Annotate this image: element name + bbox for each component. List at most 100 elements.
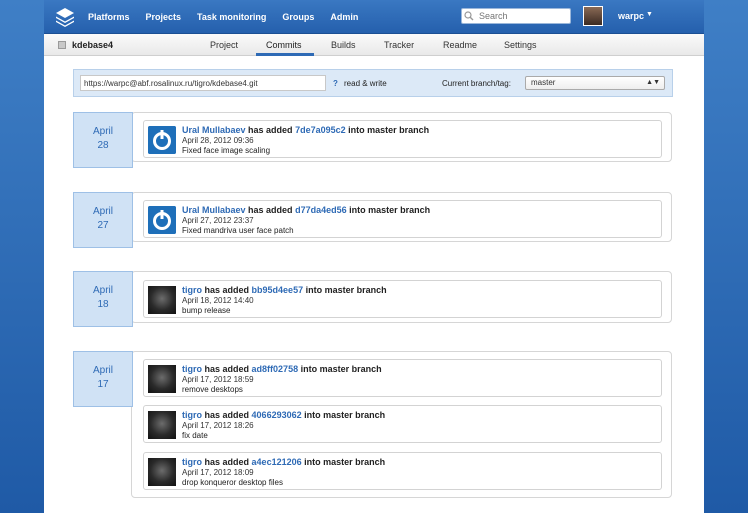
commit-day-group: Ural Mullabaev has added d77da4ed56 into…: [73, 192, 673, 250]
user-avatar[interactable]: [583, 6, 603, 26]
commit-entry: tigro has added a4ec121206 into master b…: [143, 452, 662, 490]
author-avatar[interactable]: [148, 411, 176, 439]
commit-summary: Ural Mullabaev has added 7de7a095c2 into…: [182, 125, 429, 135]
commit-hash-link[interactable]: bb95d4ee57: [252, 285, 304, 295]
commit-hash-link[interactable]: 4066293062: [252, 410, 302, 420]
date-day: 27: [97, 220, 109, 231]
commit-entry: tigro has added bb95d4ee57 into master b…: [143, 280, 662, 318]
commit-hash-link[interactable]: a4ec121206: [252, 457, 302, 467]
select-arrows-icon: ▲▼: [646, 79, 660, 86]
commit-message: Fixed face image scaling: [182, 146, 271, 155]
date-badge: April 28: [73, 112, 133, 168]
tab-settings[interactable]: Settings: [504, 40, 537, 50]
day-commits-card: tigro has added bb95d4ee57 into master b…: [131, 271, 672, 323]
tab-tracker[interactable]: Tracker: [384, 40, 414, 50]
active-tab-indicator: [256, 53, 314, 56]
search-icon: [464, 11, 474, 21]
commit-message: Fixed mandriva user face patch: [182, 226, 294, 235]
commit-date: April 28, 2012 09:36: [182, 136, 254, 145]
date-badge: April 17: [73, 351, 133, 407]
tab-commits[interactable]: Commits: [266, 40, 302, 50]
commit-date: April 27, 2012 23:37: [182, 216, 254, 225]
author-avatar[interactable]: [148, 206, 176, 234]
date-day: 28: [97, 140, 109, 151]
commit-action-text: has added: [204, 410, 250, 420]
author-avatar[interactable]: [148, 458, 176, 486]
nav-item-platforms[interactable]: Platforms: [88, 12, 130, 22]
commit-author-link[interactable]: Ural Mullabaev: [182, 205, 246, 215]
commit-branch-text: into master branch: [304, 457, 386, 467]
commit-action-text: has added: [248, 125, 293, 135]
author-avatar[interactable]: [148, 365, 176, 393]
commit-branch-text: into master branch: [305, 285, 387, 295]
commit-day-group: tigro has added bb95d4ee57 into master b…: [73, 271, 673, 329]
commit-branch-text: into master branch: [348, 125, 430, 135]
help-icon[interactable]: ?: [333, 79, 338, 88]
repo-url-field[interactable]: [80, 75, 326, 91]
branch-select-value: master: [531, 78, 556, 87]
commit-message: drop konqueror desktop files: [182, 478, 283, 487]
day-commits-card: Ural Mullabaev has added d77da4ed56 into…: [131, 192, 672, 242]
date-badge: April 18: [73, 271, 133, 327]
main-nav: Platforms Projects Task monitoring Group…: [88, 0, 374, 34]
date-day: 17: [97, 379, 109, 390]
commit-summary: tigro has added 4066293062 into master b…: [182, 410, 385, 420]
commit-entry: tigro has added ad8ff02758 into master b…: [143, 359, 662, 397]
chevron-down-icon[interactable]: ▼: [646, 11, 653, 18]
commit-message: remove desktops: [182, 385, 243, 394]
branch-label: Current branch/tag:: [442, 79, 511, 88]
commit-entry: tigro has added 4066293062 into master b…: [143, 405, 662, 443]
project-icon: [58, 41, 66, 49]
tab-readme[interactable]: Readme: [443, 40, 477, 50]
date-month: April: [92, 285, 113, 296]
nav-item-groups[interactable]: Groups: [282, 12, 314, 22]
commit-date: April 17, 2012 18:09: [182, 468, 254, 477]
commit-action-text: has added: [204, 457, 250, 467]
commit-day-group: tigro has added ad8ff02758 into master b…: [73, 351, 673, 501]
tab-project[interactable]: Project: [210, 40, 238, 50]
commit-hash-link[interactable]: 7de7a095c2: [295, 125, 346, 135]
branch-select[interactable]: master ▲▼: [525, 76, 665, 90]
top-navbar: Platforms Projects Task monitoring Group…: [44, 0, 704, 34]
nav-item-projects[interactable]: Projects: [146, 12, 182, 22]
commit-author-link[interactable]: tigro: [182, 364, 202, 374]
commit-message: fix date: [182, 431, 208, 440]
user-menu-name[interactable]: warpc: [618, 11, 644, 21]
date-month: April: [92, 365, 113, 376]
commit-branch-text: into master branch: [349, 205, 431, 215]
commit-date: April 17, 2012 18:26: [182, 421, 254, 430]
commit-author-link[interactable]: tigro: [182, 457, 202, 467]
date-month: April: [92, 126, 113, 137]
access-level-label: read & write: [344, 79, 387, 88]
commit-summary: tigro has added a4ec121206 into master b…: [182, 457, 385, 467]
rosa-logo-icon[interactable]: [54, 6, 76, 28]
commit-summary: tigro has added bb95d4ee57 into master b…: [182, 285, 387, 295]
tab-builds[interactable]: Builds: [331, 40, 356, 50]
commit-author-link[interactable]: tigro: [182, 410, 202, 420]
commit-summary: tigro has added ad8ff02758 into master b…: [182, 364, 382, 374]
commit-author-link[interactable]: tigro: [182, 285, 202, 295]
project-tab-bar: kdebase4 Project Commits Builds Tracker …: [44, 34, 704, 56]
author-avatar[interactable]: [148, 126, 176, 154]
commit-action-text: has added: [204, 285, 250, 295]
commit-summary: Ural Mullabaev has added d77da4ed56 into…: [182, 205, 430, 215]
commit-action-text: has added: [204, 364, 250, 374]
repo-url-bar: ? read & write Current branch/tag: maste…: [73, 69, 673, 97]
commit-branch-text: into master branch: [304, 410, 386, 420]
nav-item-admin[interactable]: Admin: [330, 12, 358, 22]
day-commits-card: Ural Mullabaev has added 7de7a095c2 into…: [131, 112, 672, 162]
author-avatar[interactable]: [148, 286, 176, 314]
search-input[interactable]: [461, 8, 571, 24]
commit-message: bump release: [182, 306, 231, 315]
commit-author-link[interactable]: Ural Mullabaev: [182, 125, 246, 135]
nav-item-task-monitoring[interactable]: Task monitoring: [197, 12, 266, 22]
commit-hash-link[interactable]: d77da4ed56: [295, 205, 347, 215]
commit-branch-text: into master branch: [300, 364, 382, 374]
commit-entry: Ural Mullabaev has added d77da4ed56 into…: [143, 200, 662, 238]
commit-hash-link[interactable]: ad8ff02758: [252, 364, 299, 374]
date-badge: April 27: [73, 192, 133, 248]
commit-action-text: has added: [248, 205, 293, 215]
commit-entry: Ural Mullabaev has added 7de7a095c2 into…: [143, 120, 662, 158]
project-title[interactable]: kdebase4: [72, 40, 113, 50]
day-commits-card: tigro has added ad8ff02758 into master b…: [131, 351, 672, 498]
